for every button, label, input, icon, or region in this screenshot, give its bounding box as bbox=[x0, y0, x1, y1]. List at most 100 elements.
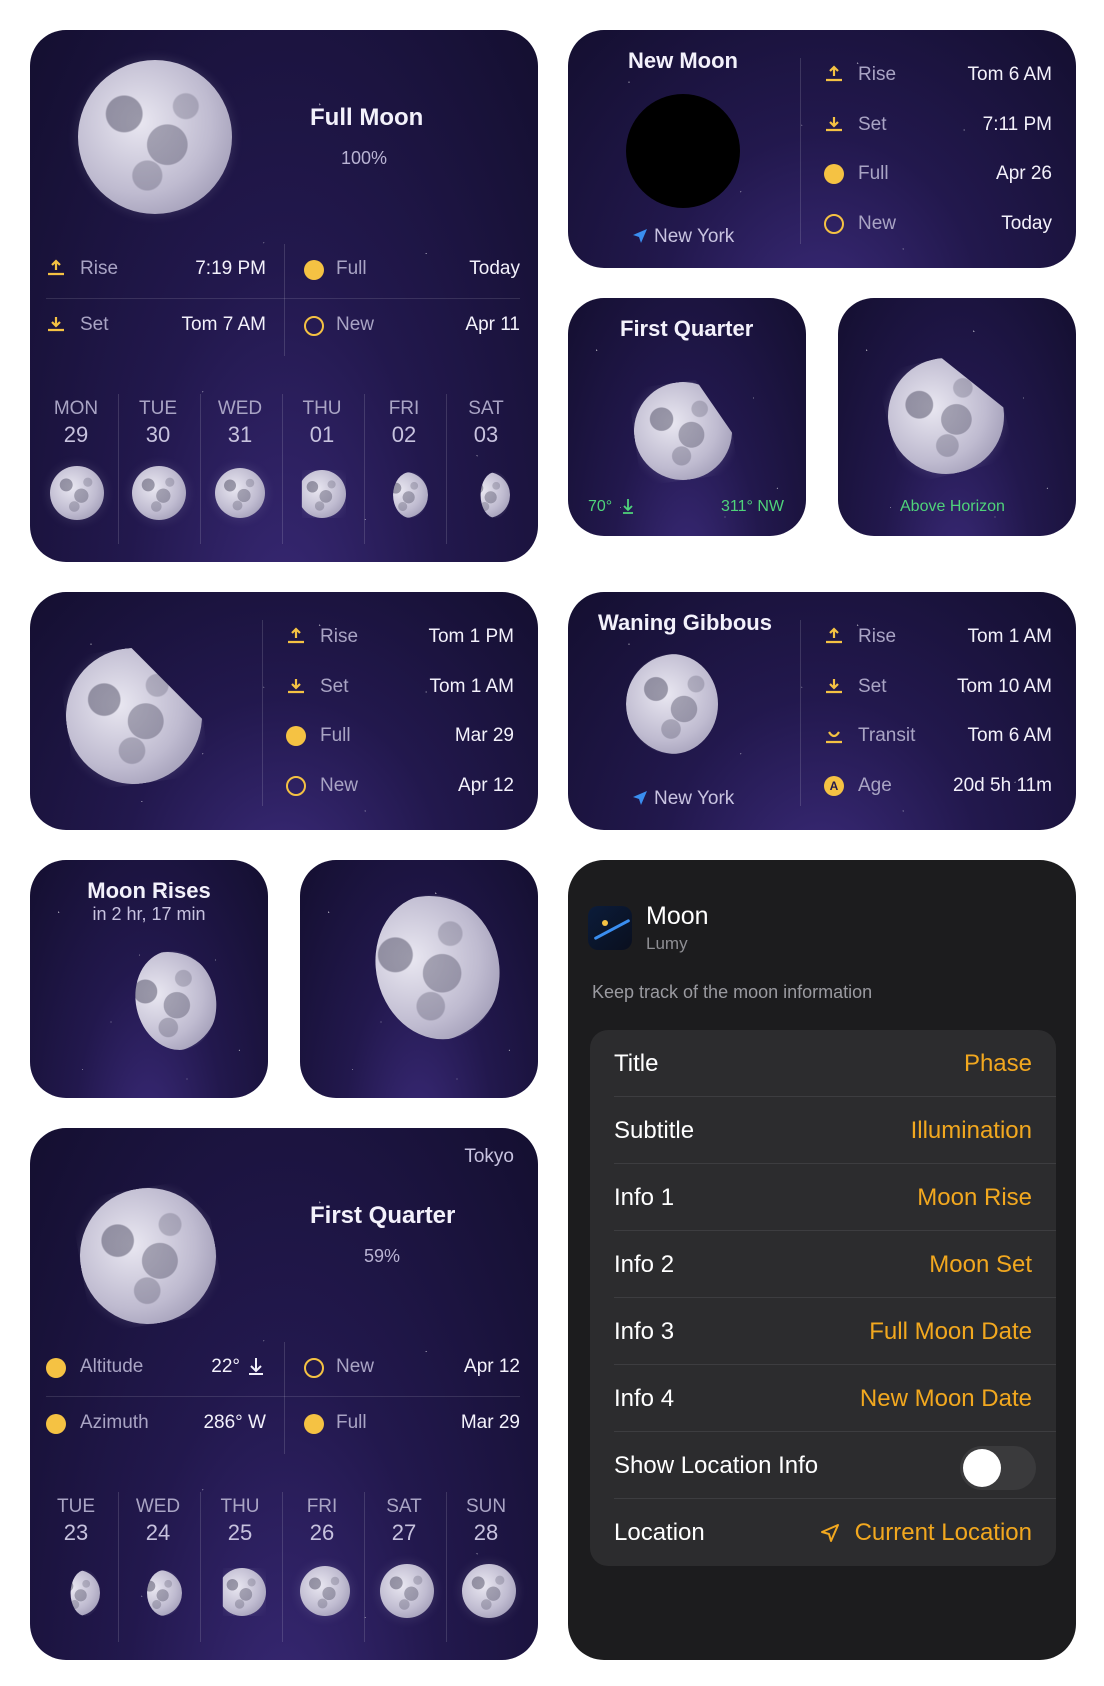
setting-value[interactable]: Phase bbox=[964, 1050, 1032, 1078]
setting-row-title[interactable]: Title Phase bbox=[590, 1030, 1056, 1097]
full-value: Apr 26 bbox=[996, 163, 1052, 184]
new-moon-circle-icon bbox=[824, 214, 844, 234]
phase-title: Moon Rises bbox=[87, 878, 211, 903]
moon-image bbox=[341, 881, 518, 1058]
full-value: Mar 29 bbox=[454, 725, 514, 746]
setting-row-info-2[interactable]: Info 2 Moon Set bbox=[590, 1231, 1056, 1298]
column-divider bbox=[284, 244, 285, 356]
widget-settings-panel: Moon Lumy Keep track of the moon informa… bbox=[568, 860, 1076, 1660]
new-moon-circle-icon bbox=[286, 776, 306, 796]
rise-label: Rise bbox=[858, 626, 897, 647]
illumination-percent: 59% bbox=[364, 1246, 401, 1266]
widget-moon-rises[interactable]: Moon Rises in 2 hr, 17 min bbox=[30, 860, 268, 1098]
setting-row-show-location: Show Location Info bbox=[590, 1432, 1056, 1499]
column-divider bbox=[284, 1342, 285, 1454]
forecast-moon-icon bbox=[132, 466, 186, 520]
forecast-day: SAT 03 bbox=[468, 398, 504, 447]
location-arrow-icon bbox=[821, 1524, 839, 1542]
forecast-moon-icon bbox=[393, 472, 428, 518]
column-divider bbox=[800, 620, 801, 806]
full-moon-dot-icon bbox=[304, 1414, 324, 1434]
forecast-moon-icon bbox=[301, 470, 346, 518]
setting-value[interactable]: Illumination bbox=[911, 1117, 1032, 1145]
settings-list: Title Phase Subtitle Illumination Info 1… bbox=[590, 1030, 1056, 1566]
rise-label: Rise bbox=[858, 64, 897, 85]
altitude-icon bbox=[46, 1358, 66, 1378]
row-divider bbox=[46, 298, 520, 299]
moonrise-icon bbox=[826, 65, 842, 82]
day-divider bbox=[200, 1492, 201, 1642]
rise-label: Rise bbox=[80, 258, 119, 279]
forecast-day: FRI 02 bbox=[388, 398, 420, 447]
setting-value[interactable]: Moon Rise bbox=[917, 1184, 1032, 1212]
description: Keep track of the moon information bbox=[592, 982, 873, 1002]
azimuth-value: 286° W bbox=[203, 1412, 266, 1433]
day-divider bbox=[282, 394, 283, 544]
full-label: Full bbox=[320, 725, 351, 746]
forecast-moon-icon bbox=[222, 1568, 266, 1616]
widget-full-moon[interactable]: Full Moon 100% Rise 7:19 PM Set Tom 7 AM… bbox=[30, 30, 538, 562]
widget-moon-info[interactable]: Rise Tom 1 PM Set Tom 1 AM Full Mar 29 N… bbox=[30, 592, 538, 830]
new-label: New bbox=[320, 775, 359, 796]
day-divider bbox=[446, 1492, 447, 1642]
azimuth-value: 311° NW bbox=[720, 498, 784, 515]
full-moon-dot-icon bbox=[824, 164, 844, 184]
setting-value[interactable]: Current Location bbox=[855, 1519, 1032, 1547]
setting-key: Location bbox=[614, 1519, 705, 1546]
new-moon-circle-icon bbox=[304, 1358, 324, 1378]
phase-title: Waning Gibbous bbox=[598, 610, 772, 635]
widget-above-horizon[interactable]: Above Horizon bbox=[838, 298, 1076, 536]
full-label: Full bbox=[336, 258, 367, 279]
location-label: New York bbox=[654, 226, 735, 247]
full-label: Full bbox=[858, 163, 889, 184]
day-divider bbox=[118, 394, 119, 544]
arrow-down-icon bbox=[623, 499, 633, 514]
set-label: Set bbox=[858, 114, 887, 135]
widget-first-quarter-small[interactable]: First Quarter 70° 311° NW bbox=[568, 298, 806, 536]
widget-new-moon[interactable]: New Moon New York Rise Tom 6 AM Set 7:11… bbox=[568, 30, 1076, 268]
column-divider bbox=[800, 58, 801, 244]
setting-row-subtitle[interactable]: Subtitle Illumination bbox=[590, 1097, 1056, 1164]
new-value: Apr 12 bbox=[458, 775, 514, 796]
setting-row-location[interactable]: Location Current Location bbox=[590, 1499, 1056, 1566]
widget-first-quarter-large[interactable]: Tokyo First Quarter 59% Altitude 22° Azi… bbox=[30, 1128, 538, 1660]
app-icon bbox=[588, 906, 632, 950]
set-label: Set bbox=[80, 314, 109, 335]
age-badge-icon: A bbox=[824, 776, 844, 796]
setting-value[interactable]: New Moon Date bbox=[860, 1385, 1032, 1413]
forecast-moon-icon bbox=[70, 1570, 100, 1616]
full-label: Full bbox=[336, 1412, 367, 1433]
setting-row-info-1[interactable]: Info 1 Moon Rise bbox=[590, 1164, 1056, 1231]
setting-row-info-4[interactable]: Info 4 New Moon Date bbox=[590, 1365, 1056, 1432]
new-label: New bbox=[858, 213, 897, 234]
forecast-moon-icon bbox=[300, 1566, 350, 1616]
set-value: Tom 1 AM bbox=[429, 676, 514, 697]
setting-value[interactable]: Full Moon Date bbox=[869, 1318, 1032, 1346]
widget-moon-only[interactable] bbox=[300, 860, 538, 1098]
location-arrow-icon bbox=[633, 229, 647, 243]
forecast-moon-icon bbox=[480, 472, 510, 518]
phase-title: Full Moon bbox=[310, 104, 424, 131]
forecast-day: WED 31 bbox=[217, 398, 263, 447]
moon-image bbox=[69, 1177, 227, 1335]
full-value: Mar 29 bbox=[460, 1412, 520, 1433]
day-divider bbox=[446, 394, 447, 544]
new-label: New bbox=[336, 1356, 375, 1377]
widget-waning-gibbous[interactable]: Waning Gibbous New York Rise Tom 1 AM Se… bbox=[568, 592, 1076, 830]
phase-title: First Quarter bbox=[310, 1202, 456, 1229]
show-location-toggle[interactable] bbox=[960, 1446, 1036, 1490]
day-divider bbox=[364, 394, 365, 544]
toggle-knob bbox=[963, 1449, 1001, 1487]
transit-label: Transit bbox=[858, 725, 916, 746]
forecast-day: SAT 27 bbox=[386, 1496, 422, 1545]
setting-value[interactable]: Moon Set bbox=[929, 1251, 1032, 1279]
setting-row-info-3[interactable]: Info 3 Full Moon Date bbox=[590, 1298, 1056, 1365]
setting-key: Info 2 bbox=[614, 1251, 675, 1278]
location-label: Tokyo bbox=[464, 1146, 514, 1167]
moon-image bbox=[876, 346, 1017, 487]
transit-icon bbox=[826, 731, 842, 744]
set-value: Tom 7 AM bbox=[181, 314, 266, 335]
day-divider bbox=[364, 1492, 365, 1642]
altitude-label: Altitude bbox=[80, 1356, 144, 1377]
horizon-status: Above Horizon bbox=[900, 498, 1005, 515]
